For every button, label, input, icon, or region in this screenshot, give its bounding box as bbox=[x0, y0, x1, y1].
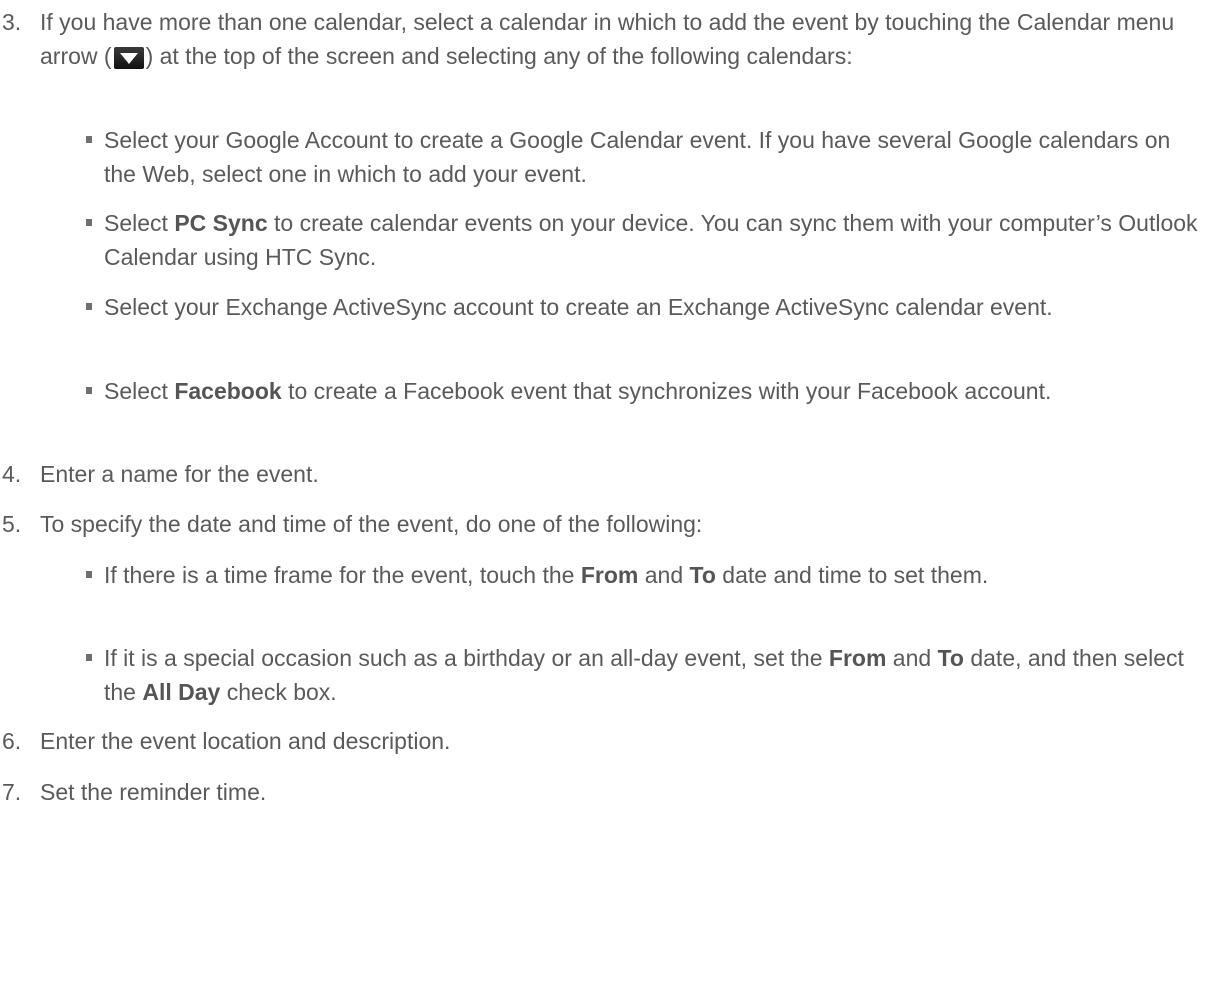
list-item-google: Select your Google Account to create a G… bbox=[0, 123, 1213, 191]
bullet-icon bbox=[86, 654, 92, 661]
step-3: 3. If you have more than one calendar, s… bbox=[0, 5, 1213, 73]
step-6: 6. Enter the event location and descript… bbox=[0, 724, 1213, 758]
bullet-text: Select your Google Account to create a G… bbox=[104, 127, 1171, 187]
list-item-exchange: Select your Exchange ActiveSync account … bbox=[0, 290, 1213, 324]
list-item-time-frame: If there is a time frame for the event, … bbox=[0, 558, 1213, 592]
step-7: 7. Set the reminder time. bbox=[0, 775, 1213, 809]
step-number: 4. bbox=[2, 461, 22, 487]
step-4: 4. Enter a name for the event. bbox=[0, 457, 1213, 491]
list-item-facebook: Select Facebook to create a Facebook eve… bbox=[0, 374, 1213, 408]
calendar-menu-arrow-icon bbox=[113, 47, 144, 69]
bullet-text: If it is a special occasion such as a bi… bbox=[104, 645, 1184, 705]
bullet-icon bbox=[86, 571, 92, 578]
bullet-icon bbox=[86, 136, 92, 143]
list-item-pc-sync: Select PC Sync to create calendar events… bbox=[0, 206, 1213, 274]
bullet-text: Select Facebook to create a Facebook eve… bbox=[104, 378, 1052, 404]
step-number: 6. bbox=[2, 728, 22, 754]
step-5: 5. To specify the date and time of the e… bbox=[0, 507, 1213, 541]
bullet-text: Select PC Sync to create calendar events… bbox=[104, 210, 1198, 270]
step-number: 3. bbox=[2, 9, 22, 35]
bullet-icon bbox=[86, 303, 92, 310]
bullet-text: If there is a time frame for the event, … bbox=[104, 562, 989, 588]
bullet-icon bbox=[86, 219, 92, 226]
list-item-special-occasion: If it is a special occasion such as a bi… bbox=[0, 641, 1213, 709]
step-number: 5. bbox=[2, 511, 22, 537]
bullet-text: Select your Exchange ActiveSync account … bbox=[104, 294, 1053, 320]
step-text: Set the reminder time. bbox=[40, 779, 267, 805]
step-text: Enter the event location and description… bbox=[40, 728, 451, 754]
bullet-icon bbox=[86, 387, 92, 394]
step-text: To specify the date and time of the even… bbox=[40, 511, 703, 537]
step-number: 7. bbox=[2, 779, 22, 805]
step-text: If you have more than one calendar, sele… bbox=[40, 9, 1175, 69]
step-text: Enter a name for the event. bbox=[40, 461, 319, 487]
